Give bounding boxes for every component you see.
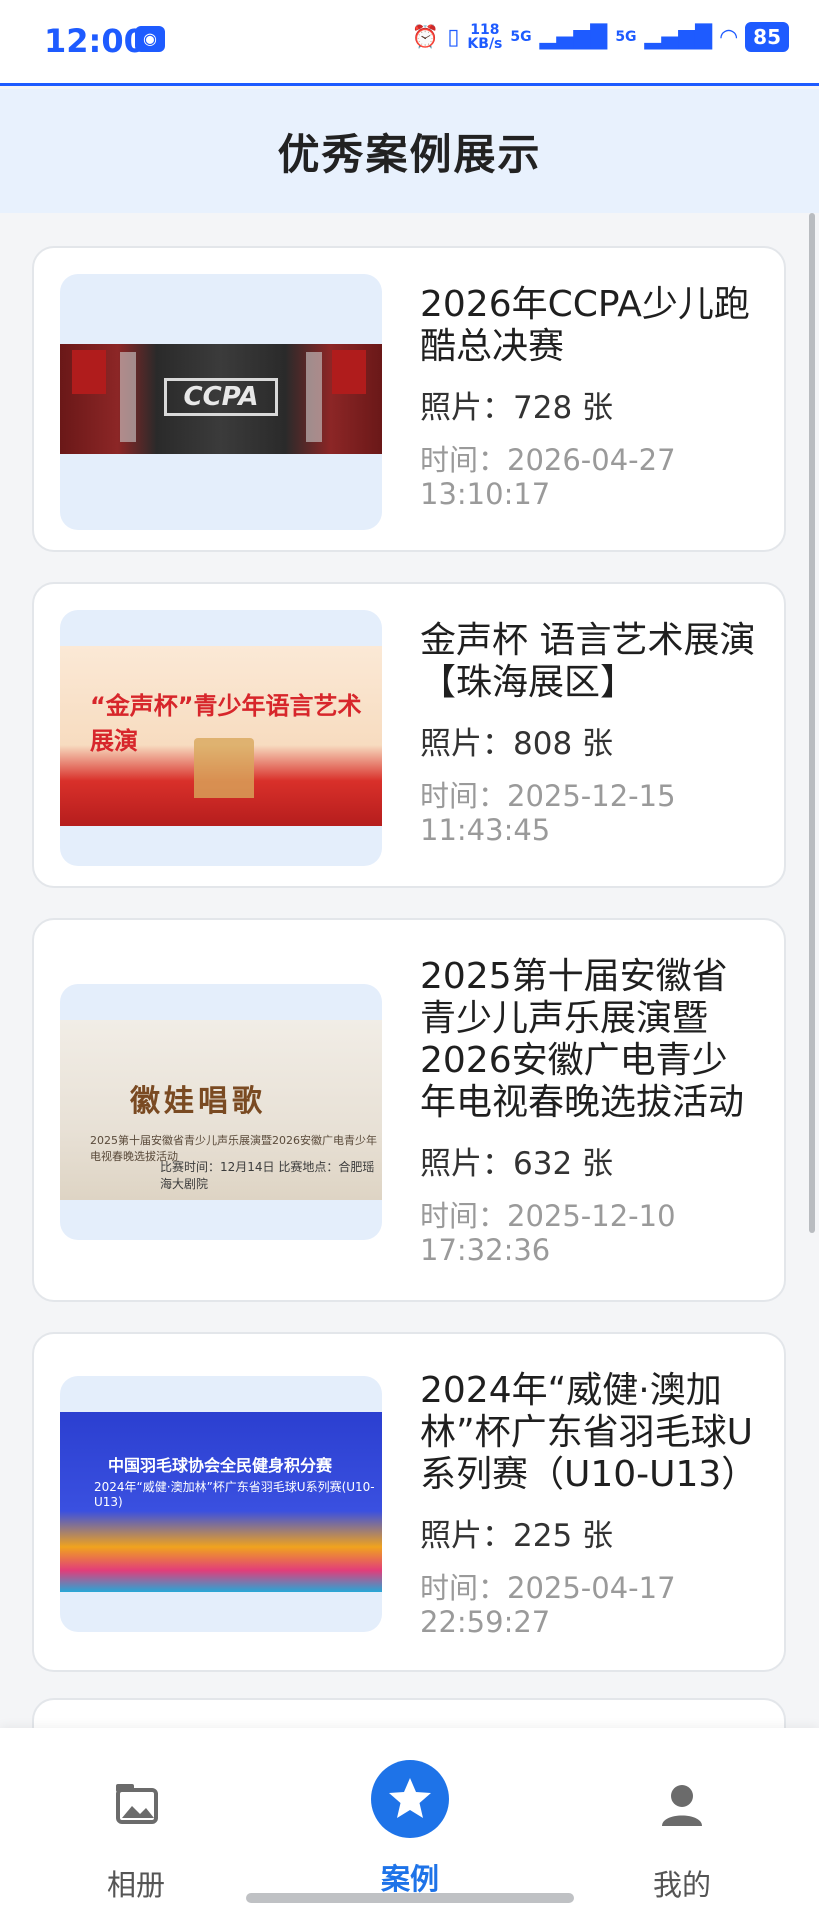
- case-image-anhui: 徽娃唱歌 2025第十届安徽省青少儿声乐展演暨2026安徽广电青少年电视春晚选拔…: [60, 1020, 382, 1200]
- monument-decoration: [194, 738, 254, 798]
- page-title: 优秀案例展示: [277, 129, 542, 179]
- network-speed-unit: KB/s: [467, 36, 503, 52]
- signal-5g-b: 5G: [615, 29, 637, 45]
- case-card[interactable]: CCPA 2026年CCPA少儿跑酷总决赛 照片：728 张 时间：2026-0…: [32, 246, 786, 552]
- tab-cases-label: 案例: [380, 1862, 439, 1896]
- vibrate-icon: ▯: [447, 24, 460, 50]
- album-icon: [98, 1768, 174, 1844]
- status-bar: 12:00 ◉ ⏰ ▯ 118 KB/s 5G ▂▄▆█ 5G ▂▄▆█ ◠ 8…: [0, 0, 819, 86]
- wechat-notification-icon: ◉: [135, 26, 165, 52]
- wifi-icon: ◠: [720, 24, 738, 50]
- battery-level: 85: [745, 22, 789, 52]
- case-info: 金声杯 语言艺术展演【珠海展区】 照片：808 张 时间：2025-12-15 …: [420, 620, 760, 847]
- home-indicator[interactable]: [246, 1893, 574, 1903]
- tab-album[interactable]: 相册: [56, 1768, 216, 1904]
- case-time: 时间：2025-12-15 11:43:45: [420, 779, 676, 847]
- case-time: 时间：2025-04-17 22:59:27: [420, 1571, 676, 1639]
- case-image-golden-voice: “金声杯”青少年语言艺术展演: [60, 646, 382, 826]
- star-icon: [371, 1760, 449, 1838]
- case-title[interactable]: 2026年CCPA少儿跑酷总决赛: [420, 284, 760, 368]
- case-title[interactable]: 2024年“威健·澳加林”杯广东省羽毛球U系列赛（U10-U13）: [420, 1370, 760, 1496]
- user-icon: [644, 1768, 720, 1844]
- case-photo-count: 照片：728 张: [420, 390, 614, 426]
- tab-cases[interactable]: 案例: [330, 1760, 490, 1898]
- pillar-decoration: [306, 352, 322, 442]
- signal-bars-icon-2: ▂▄▆█: [644, 24, 713, 50]
- anhui-banner-details: 比赛时间：12月14日 比赛地点：合肥瑶海大剧院: [160, 1160, 375, 1191]
- signal-bars-icon: ▂▄▆█: [539, 24, 608, 50]
- case-info: 2026年CCPA少儿跑酷总决赛 照片：728 张 时间：2026-04-27 …: [420, 284, 760, 511]
- signal-5g-a: 5G: [510, 29, 532, 45]
- case-card[interactable]: 中国羽毛球协会全民健身积分赛 2024年“威健·澳加林”杯广东省羽毛球U系列赛(…: [32, 1332, 786, 1672]
- flag-decoration: [332, 350, 366, 394]
- case-thumbnail[interactable]: “金声杯”青少年语言艺术展演: [60, 610, 382, 866]
- case-title[interactable]: 2025第十届安徽省青少儿声乐展演暨2026安徽广电青少年电视春晚选拔活动: [420, 956, 760, 1124]
- case-card[interactable]: “金声杯”青少年语言艺术展演 金声杯 语言艺术展演【珠海展区】 照片：808 张…: [32, 582, 786, 888]
- status-time: 12:00: [44, 22, 146, 60]
- case-thumbnail[interactable]: 中国羽毛球协会全民健身积分赛 2024年“威健·澳加林”杯广东省羽毛球U系列赛(…: [60, 1376, 382, 1632]
- alarm-icon: ⏰: [411, 24, 440, 50]
- scrollbar[interactable]: [809, 213, 815, 1233]
- bottom-tab-bar: 相册 案例 我的: [0, 1728, 819, 1920]
- badminton-banner-subtitle: 2024年“威健·澳加林”杯广东省羽毛球U系列赛(U10-U13): [94, 1480, 375, 1509]
- case-photo-count: 照片：632 张: [420, 1146, 614, 1182]
- case-time: 时间：2026-04-27 13:10:17: [420, 443, 676, 511]
- status-icons: ⏰ ▯ 118 KB/s 5G ▂▄▆█ 5G ▂▄▆█ ◠ 85: [412, 22, 789, 52]
- case-info: 2024年“威健·澳加林”杯广东省羽毛球U系列赛（U10-U13） 照片：225…: [420, 1370, 760, 1639]
- case-time: 时间：2025-12-10 17:32:36: [420, 1199, 676, 1267]
- case-photo-count: 照片：225 张: [420, 1518, 614, 1554]
- ccpa-logo: CCPA: [164, 378, 278, 416]
- case-title[interactable]: 金声杯 语言艺术展演【珠海展区】: [420, 620, 760, 704]
- network-speed-value: 118: [470, 22, 500, 38]
- flag-decoration: [72, 350, 106, 394]
- case-photo-count: 照片：808 张: [420, 726, 614, 762]
- network-speed: 118 KB/s: [467, 23, 502, 51]
- case-thumbnail[interactable]: CCPA: [60, 274, 382, 530]
- tab-album-label: 相册: [106, 1868, 165, 1902]
- tab-mine-label: 我的: [652, 1868, 711, 1902]
- case-image-badminton: 中国羽毛球协会全民健身积分赛 2024年“威健·澳加林”杯广东省羽毛球U系列赛(…: [60, 1412, 382, 1592]
- tab-mine[interactable]: 我的: [602, 1768, 762, 1904]
- case-info: 2025第十届安徽省青少儿声乐展演暨2026安徽广电青少年电视春晚选拔活动 照片…: [420, 956, 760, 1267]
- anhui-banner-text: 徽娃唱歌: [130, 1084, 266, 1119]
- case-image-ccpa: CCPA: [60, 344, 382, 454]
- case-card[interactable]: 徽娃唱歌 2025第十届安徽省青少儿声乐展演暨2026安徽广电青少年电视春晚选拔…: [32, 918, 786, 1302]
- case-thumbnail[interactable]: 徽娃唱歌 2025第十届安徽省青少儿声乐展演暨2026安徽广电青少年电视春晚选拔…: [60, 984, 382, 1240]
- page-header: 优秀案例展示: [0, 89, 819, 213]
- pillar-decoration: [120, 352, 136, 442]
- badminton-banner-text: 中国羽毛球协会全民健身积分赛: [108, 1456, 333, 1475]
